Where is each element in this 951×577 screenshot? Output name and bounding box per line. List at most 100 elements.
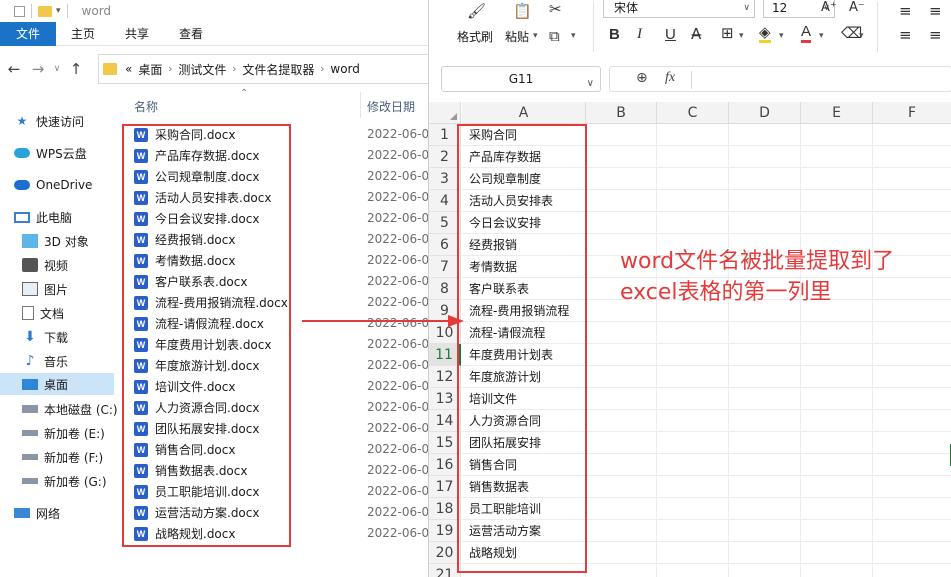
copy-icon[interactable]: ⧉ [549, 27, 560, 45]
column-divider[interactable] [360, 92, 361, 118]
sidebar-item-videos[interactable]: 视频 [22, 254, 68, 276]
music-icon: ♪ [25, 353, 35, 369]
align-center-icon[interactable]: ≡ [929, 26, 942, 44]
sidebar-item-this-pc[interactable]: 此电脑 [14, 206, 72, 228]
sidebar-item-wps-cloud[interactable]: WPS云盘 [14, 142, 87, 164]
breadcrumb-overflow[interactable]: « [125, 62, 132, 76]
window-title: word [81, 4, 112, 18]
bold-button[interactable]: B [609, 26, 620, 43]
italic-button[interactable]: I [637, 26, 642, 43]
sidebar-item-drive-f[interactable]: 新加卷 (F:) [22, 446, 103, 468]
chevron-down-icon[interactable]: ▾ [739, 31, 744, 41]
sidebar-item-label: 图片 [44, 282, 69, 297]
chevron-right-icon[interactable]: › [168, 64, 172, 75]
picture-icon [22, 282, 38, 296]
back-arrow-icon[interactable]: ← [2, 60, 26, 78]
ribbon-toolbar: 🖌 格式刷 📋 粘贴 ▾ ✂ ⧉ ▾ 宋体 ∨ 12 ∨ A⁺ A⁻ B I U… [429, 0, 951, 58]
toolbar-divider [31, 4, 32, 18]
align-middle-icon[interactable]: ≡ [929, 2, 942, 20]
sort-ascending-icon: ⌃ [240, 88, 249, 99]
up-arrow-icon[interactable]: ↑ [64, 60, 88, 78]
annotation-line-1: word文件名被批量提取到了 [620, 249, 895, 274]
align-top-icon[interactable]: ≡ [899, 2, 912, 20]
video-icon [22, 258, 38, 272]
select-all-icon [450, 113, 457, 120]
underline-button[interactable]: U [665, 26, 676, 43]
format-painter-button[interactable]: 格式刷 [457, 28, 493, 45]
align-left-icon[interactable]: ≡ [899, 26, 912, 44]
breadcrumb-test-files[interactable]: 测试文件 [178, 61, 226, 78]
address-bar[interactable]: « 桌面 › 测试文件 › 文件名提取器 › word [98, 54, 428, 84]
chevron-down-icon[interactable]: ▾ [533, 31, 538, 41]
column-header-a[interactable]: A [462, 102, 586, 124]
strikethrough-icon[interactable]: A̶ [691, 25, 701, 43]
chevron-right-icon[interactable]: › [320, 64, 324, 75]
sidebar-item-music[interactable]: ♪ 音乐 [22, 350, 68, 372]
sidebar-item-label: 新加卷 (G:) [44, 474, 107, 489]
file-modified-date: 2022-06-0 [367, 484, 428, 498]
zoom-formula-icon[interactable]: ⊕ [636, 70, 648, 86]
font-name-select[interactable]: 宋体 ∨ [603, 0, 755, 18]
breadcrumb-name-extractor[interactable]: 文件名提取器 [242, 61, 314, 78]
cut-icon[interactable]: ✂ [549, 0, 562, 18]
sidebar-item-label: 下载 [44, 330, 69, 345]
breadcrumb-desktop[interactable]: 桌面 [138, 61, 162, 78]
column-header-name[interactable]: 名称 [134, 98, 158, 115]
tab-file[interactable]: 文件 [0, 22, 57, 46]
column-header-b[interactable]: B [586, 102, 657, 124]
font-color-button[interactable]: A [801, 24, 812, 43]
column-header-modified-date[interactable]: 修改日期 [367, 98, 415, 115]
column-header-e[interactable]: E [801, 102, 873, 124]
chevron-down-icon[interactable]: ▾ [571, 31, 576, 41]
function-button[interactable]: fx [665, 70, 675, 86]
recent-dropdown-icon[interactable]: ∨ [50, 64, 64, 74]
chevron-down-icon[interactable]: ▾ [819, 31, 824, 41]
sidebar-item-network[interactable]: 网络 [14, 502, 60, 524]
sidebar-item-quick-access[interactable]: ★ 快速访问 [14, 110, 84, 132]
grid-column-line [872, 124, 873, 577]
border-icon[interactable]: ⊞ [721, 24, 734, 42]
sidebar-item-label: 文档 [40, 306, 65, 321]
drive-icon [22, 430, 38, 436]
sidebar-item-3d-objects[interactable]: 3D 对象 [22, 230, 89, 252]
tab-home[interactable]: 主页 [56, 22, 110, 46]
column-header-d[interactable]: D [729, 102, 801, 124]
checkbox-icon[interactable] [14, 5, 25, 17]
sidebar-item-label: 网络 [36, 506, 61, 521]
column-header-f[interactable]: F [873, 102, 951, 124]
chevron-right-icon[interactable]: › [232, 64, 236, 75]
sidebar-item-pictures[interactable]: 图片 [22, 278, 68, 300]
sidebar-item-drive-c[interactable]: 本地磁盘 (C:) [22, 398, 118, 420]
formula-bar[interactable]: ⊕ fx [609, 66, 951, 92]
tab-view[interactable]: 查看 [164, 22, 218, 46]
sidebar-item-label: 快速访问 [36, 114, 85, 129]
chevron-down-icon[interactable]: ▾ [56, 6, 61, 16]
drive-icon [22, 454, 38, 460]
folder-icon [103, 63, 117, 75]
sidebar-item-documents[interactable]: 文档 [22, 302, 64, 324]
font-size-value: 12 [772, 1, 788, 15]
paste-button[interactable]: 粘贴 [505, 28, 529, 45]
column-header-c[interactable]: C [657, 102, 729, 124]
file-modified-date: 2022-06-0 [367, 463, 428, 477]
sidebar-item-drive-g[interactable]: 新加卷 (G:) [22, 470, 107, 492]
tab-share[interactable]: 共享 [110, 22, 164, 46]
sidebar-item-onedrive[interactable]: OneDrive [14, 174, 92, 196]
fill-color-icon[interactable]: ◈ [759, 24, 771, 43]
forward-arrow-icon[interactable]: → [26, 60, 50, 78]
computer-icon [14, 211, 30, 223]
breadcrumb-word[interactable]: word [330, 62, 360, 76]
chevron-down-icon: ∨ [743, 3, 750, 13]
sidebar-item-downloads[interactable]: ⬇ 下载 [22, 326, 68, 348]
name-box[interactable]: G11 ∨ [441, 66, 601, 92]
chevron-down-icon[interactable]: ▾ [859, 31, 864, 41]
sidebar-item-drive-e[interactable]: 新加卷 (E:) [22, 422, 105, 444]
format-painter-icon[interactable]: 🖌 [467, 2, 486, 20]
sidebar-item-desktop[interactable]: 桌面 [0, 373, 114, 395]
paste-icon[interactable]: 📋 [513, 2, 532, 20]
decrease-font-icon[interactable]: A⁻ [849, 0, 865, 15]
select-all-button[interactable] [429, 102, 461, 124]
chevron-down-icon[interactable]: ▾ [779, 31, 784, 41]
file-modified-date: 2022-06-0 [367, 169, 428, 183]
increase-font-icon[interactable]: A⁺ [821, 0, 837, 15]
